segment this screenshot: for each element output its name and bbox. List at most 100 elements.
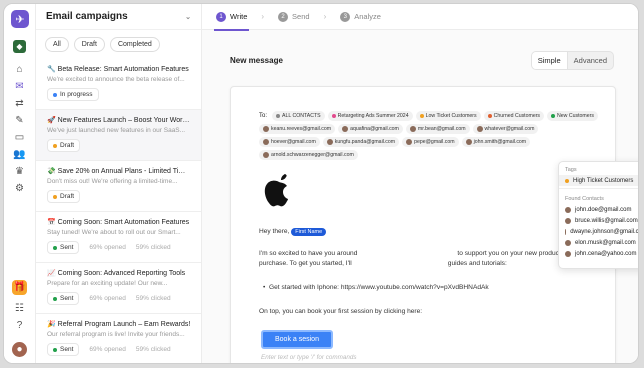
first-name-merge-tag[interactable]: First Name: [291, 228, 327, 236]
campaign-card[interactable]: 📈 Coming Soon: Advanced Reporting Tools …: [36, 263, 201, 314]
greeting-text: Hey there,: [259, 228, 290, 235]
opened-rate: 69% opened: [89, 295, 126, 302]
recipient-chip[interactable]: mr.bean@gmail.com: [405, 124, 470, 134]
contacts-icon[interactable]: 👥: [12, 147, 27, 162]
recipient-avatar: [465, 139, 472, 145]
status-badge: Draft: [47, 190, 81, 203]
apps-icon[interactable]: ☷: [12, 301, 27, 316]
campaign-card[interactable]: 📅 Coming Soon: Smart Automation Features…: [36, 212, 201, 263]
settings-icon[interactable]: ⚙: [12, 181, 27, 196]
recipient-chip[interactable]: ALL CONTACTS: [272, 111, 325, 121]
campaign-card[interactable]: 🔧 Beta Release: Smart Automation Feature…: [36, 59, 201, 110]
app-logo-icon[interactable]: ✈: [11, 10, 29, 28]
step-analyze[interactable]: 3 Analyze: [340, 4, 381, 30]
step-write[interactable]: 1 Write: [213, 4, 250, 31]
contact-avatar: [565, 250, 571, 257]
filter-all[interactable]: All: [45, 37, 69, 52]
recipient-dot-icon: [551, 114, 556, 118]
recipient-chip[interactable]: pepe@gmail.com: [402, 137, 459, 147]
campaign-card[interactable]: 🎉 Referral Program Launch – Earn Rewards…: [36, 314, 201, 363]
crown-icon[interactable]: ♛: [12, 164, 27, 179]
campaign-card[interactable]: 🚀 New Features Launch – Boost Your Workf…: [36, 110, 201, 161]
status-dot-icon: [53, 194, 57, 199]
main-panel: 1 Write › 2 Send › 3 Analyze New message Si…: [202, 4, 638, 363]
automation-icon[interactable]: ⇄: [12, 96, 27, 111]
recipient-chip[interactable]: Retargeting Ads Summer 2024: [327, 111, 413, 121]
filter-draft[interactable]: Draft: [73, 37, 105, 52]
recipient-chip[interactable]: whatever@gmail.com: [472, 124, 539, 134]
contacts-header: Found Contacts: [559, 191, 638, 204]
status-dot-icon: [53, 347, 57, 352]
recipient-label: mr.bean@gmail.com: [417, 126, 466, 132]
contact-option[interactable]: john.cena@yahoo.com: [559, 248, 638, 259]
recipient-label: arnold.schwarzenegger@gmail.com: [271, 152, 354, 158]
contact-option[interactable]: dwayne.johnson@gmail.com: [559, 226, 638, 237]
recipients-field[interactable]: To: ALL CONTACTS Retargeting Ads Summer 2…: [259, 111, 599, 160]
divider: [559, 188, 638, 189]
recipient-chip[interactable]: Low Ticket Customers: [415, 111, 481, 121]
help-icon[interactable]: ?: [12, 318, 27, 333]
contact-option[interactable]: elon.musk@gmail.com: [559, 237, 638, 248]
campaign-title: 💸 Save 20% on Annual Plans - Limited Tim…: [47, 168, 191, 175]
tags-label: Tags: [565, 167, 577, 173]
tag-dot-icon: [565, 178, 569, 183]
status-text: Draft: [60, 142, 75, 149]
edit-icon[interactable]: ✎: [12, 113, 27, 128]
recipient-label: whatever@gmail.com: [484, 126, 535, 132]
campaign-title: 🚀 New Features Launch – Boost Your Workf…: [47, 117, 191, 124]
recipient-label: ALL CONTACTS: [282, 113, 321, 119]
folder-icon[interactable]: ▭: [12, 130, 27, 145]
recipient-chip[interactable]: arnold.schwarzenegger@gmail.com: [259, 150, 358, 160]
chevron-right-icon: ›: [323, 12, 327, 21]
tag-option[interactable]: High Ticket Customers: [559, 175, 638, 186]
clicked-rate: 59% clicked: [135, 244, 171, 251]
contact-avatar: [565, 239, 571, 246]
step-send[interactable]: 2 Send: [278, 4, 310, 30]
recipient-avatar: [406, 139, 413, 145]
campaign-subtitle: Stay tuned! We're about to roll out our …: [47, 229, 181, 236]
app-window: ✈ ◆ ⌂ ✉ ⇄ ✎ ▭ 👥 ♛ ⚙ 🎁 ☷ ? ● Email campai…: [3, 3, 639, 364]
recipient-label: Low Ticket Customers: [425, 113, 477, 119]
recipient-chip[interactable]: keanu.reeves@gmail.com: [259, 124, 336, 134]
chevron-down-icon[interactable]: ⌄: [185, 13, 191, 21]
recipient-chip[interactable]: aquafina@gmail.com: [338, 124, 403, 134]
status-badge: Sent: [47, 343, 80, 356]
step-number: 1: [216, 11, 226, 22]
workspace-icon[interactable]: ◆: [13, 40, 26, 53]
recipient-dot-icon: [276, 114, 281, 118]
paragraph-text: guides and tutorials:: [447, 260, 507, 267]
step-label: Write: [230, 12, 248, 21]
recipient-chip[interactable]: New Customers: [547, 111, 598, 121]
status-dot-icon: [53, 143, 57, 148]
recipient-chip[interactable]: kungfu.panda@gmail.com: [322, 137, 400, 147]
recipient-chip[interactable]: john.smith@gmail.com: [461, 137, 531, 147]
opened-rate: 69% opened: [89, 346, 126, 353]
status-dot-icon: [53, 296, 57, 301]
contact-email: bruce.willis@gmail.com: [575, 217, 638, 224]
recipient-label: pepe@gmail.com: [414, 139, 455, 145]
step-number: 3: [340, 11, 351, 22]
paragraph-1: I'm so excited to have you around to supp…: [259, 249, 561, 258]
stepper: 1 Write › 2 Send › 3 Analyze: [202, 4, 638, 31]
gift-icon[interactable]: 🎁: [12, 280, 27, 295]
status-badge: Sent: [47, 292, 80, 305]
avatar[interactable]: ●: [12, 342, 27, 357]
opened-rate: 69% opened: [89, 244, 126, 251]
mode-advanced-button[interactable]: Advanced: [568, 52, 613, 69]
campaign-card[interactable]: 💸 Save 20% on Annual Plans - Limited Tim…: [36, 161, 201, 212]
campaign-subtitle: Prepare for an exciting update! Our new.…: [47, 280, 168, 287]
contact-avatar: [565, 217, 571, 224]
mail-icon[interactable]: ✉: [12, 79, 27, 94]
mode-simple-button[interactable]: Simple: [531, 52, 568, 69]
recipient-chip[interactable]: Churned Customers: [483, 111, 545, 121]
contact-option[interactable]: john.doe@gmail.com: [559, 204, 638, 215]
recipient-chip[interactable]: hoever@gmail.com: [259, 137, 320, 147]
contact-option[interactable]: bruce.willis@gmail.com: [559, 215, 638, 226]
tag-option-label: High Ticket Customers: [573, 177, 634, 184]
recipient-avatar: [326, 139, 333, 145]
paragraph-3: On top, you can book your first session …: [259, 308, 423, 315]
book-session-button[interactable]: Book a sesion: [261, 330, 333, 349]
editor-placeholder[interactable]: Enter text or type '/' for commands: [261, 354, 357, 361]
home-icon[interactable]: ⌂: [12, 62, 27, 77]
filter-completed[interactable]: Completed: [109, 37, 160, 52]
